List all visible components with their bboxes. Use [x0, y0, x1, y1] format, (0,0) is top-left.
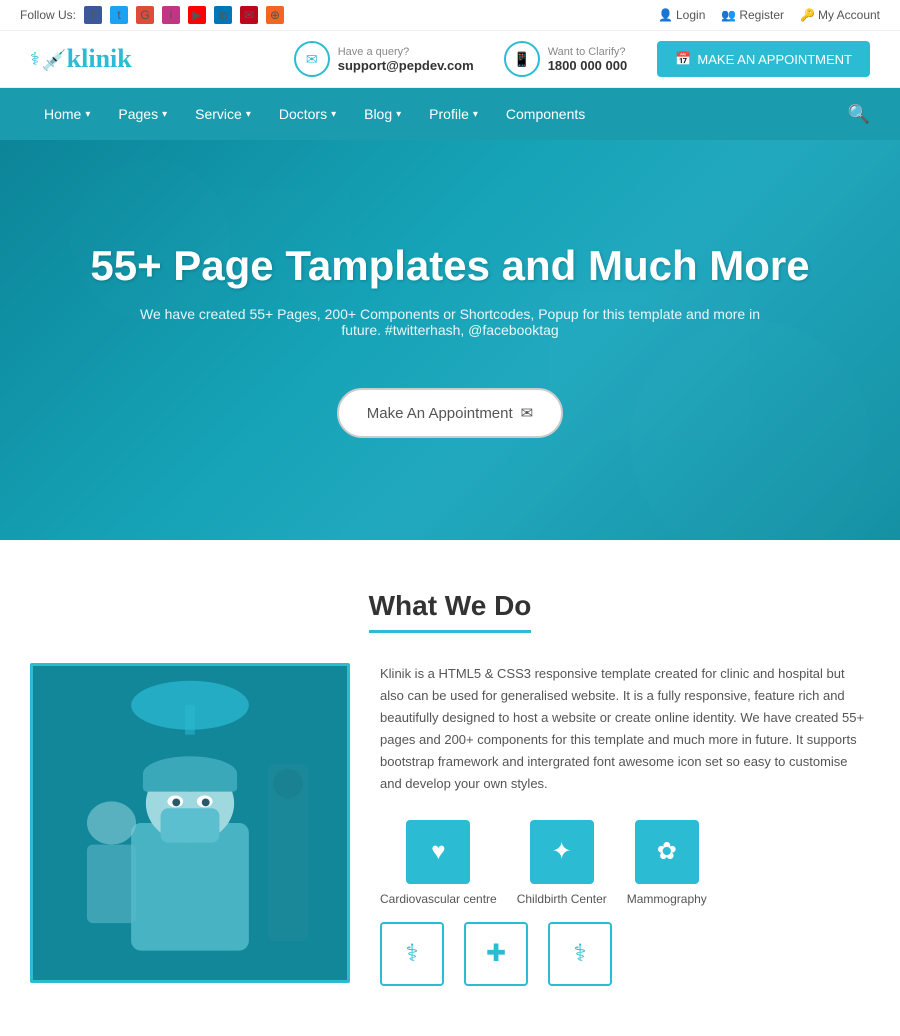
user-icon: 👤 [658, 8, 673, 22]
nav-doctors[interactable]: Doctors▾ [265, 88, 350, 140]
nav-home[interactable]: Home▾ [30, 88, 104, 140]
mammography-icon-box: ✿ [635, 820, 699, 884]
service-4: ⚕ [380, 922, 444, 986]
wwd-content: Klinik is a HTML5 & CSS3 responsive temp… [30, 663, 870, 986]
site-header: ⚕ 💉klinik ✉ Have a query? support@pepdev… [0, 31, 900, 88]
social-links: Follow Us: f t G i ▶ in ✉ ⊕ [20, 6, 284, 24]
nav-profile[interactable]: Profile▾ [415, 88, 492, 140]
service4-icon-box: ⚕ [380, 922, 444, 986]
account-icon: 🔑 [800, 8, 815, 22]
service-cardiovascular: ♥ Cardiovascular centre [380, 820, 497, 906]
service5-icon: ✚ [486, 939, 506, 968]
cardiovascular-icon-box: ♥ [406, 820, 470, 884]
logo-text: 💉klinik [42, 44, 132, 74]
chevron-down-icon: ▾ [246, 109, 251, 120]
follow-label: Follow Us: [20, 8, 76, 22]
header-contact: ✉ Have a query? support@pepdev.com 📱 Wan… [294, 41, 870, 77]
hero-title: 55+ Page Tamplates and Much More [90, 242, 809, 290]
register-link[interactable]: 👥 Register [721, 8, 784, 22]
chevron-down-icon: ▾ [162, 109, 167, 120]
phone-icon: 📱 [504, 41, 540, 77]
section-title-wrap: What We Do [30, 590, 870, 633]
service6-icon-box: ⚕ [548, 922, 612, 986]
nav-links: Home▾ Pages▾ Service▾ Doctors▾ Blog▾ Pro… [30, 88, 599, 140]
wwd-text-content: Klinik is a HTML5 & CSS3 responsive temp… [380, 663, 870, 986]
flower-icon: ✿ [657, 837, 677, 866]
account-link[interactable]: 🔑 My Account [800, 8, 880, 22]
section-title: What We Do [369, 590, 532, 633]
contact-email-text: Have a query? support@pepdev.com [338, 46, 474, 73]
main-nav: Home▾ Pages▾ Service▾ Doctors▾ Blog▾ Pro… [0, 88, 900, 140]
contact-email: ✉ Have a query? support@pepdev.com [294, 41, 474, 77]
nav-service[interactable]: Service▾ [181, 88, 265, 140]
wwd-image-container [30, 663, 350, 986]
stethoscope-icon: ♥ [431, 838, 445, 866]
social-rss[interactable]: ⊕ [266, 6, 284, 24]
chevron-down-icon: ▾ [396, 109, 401, 120]
email-icon: ✉ [294, 41, 330, 77]
service6-icon: ⚕ [574, 939, 587, 968]
cardiovascular-label: Cardiovascular centre [380, 892, 497, 906]
wwd-description: Klinik is a HTML5 & CSS3 responsive temp… [380, 663, 870, 796]
contact-phone-text: Want to Clarify? 1800 000 000 [548, 46, 628, 73]
chevron-down-icon: ▾ [331, 109, 336, 120]
top-bar: Follow Us: f t G i ▶ in ✉ ⊕ 👤 Login 👥 Re… [0, 0, 900, 31]
search-button[interactable]: 🔍 [848, 104, 870, 125]
envelope-icon: ✉ [521, 404, 534, 422]
register-icon: 👥 [721, 8, 736, 22]
childbirth-label: Childbirth Center [517, 892, 607, 906]
logo[interactable]: ⚕ 💉klinik [30, 44, 132, 74]
contact-phone: 📱 Want to Clarify? 1800 000 000 [504, 41, 628, 77]
chevron-down-icon: ▾ [473, 109, 478, 120]
social-facebook[interactable]: f [84, 6, 102, 24]
nav-pages[interactable]: Pages▾ [104, 88, 181, 140]
calendar-icon: 📅 [675, 51, 691, 67]
hero-content: 55+ Page Tamplates and Much More We have… [90, 242, 809, 438]
services-row1: ♥ Cardiovascular centre ✦ Childbirth Cen… [380, 820, 870, 906]
service-6: ⚕ [548, 922, 612, 986]
social-linkedin[interactable]: in [214, 6, 232, 24]
chevron-down-icon: ▾ [85, 109, 90, 120]
social-youtube[interactable]: ▶ [188, 6, 206, 24]
header-appointment-button[interactable]: 📅 MAKE AN APPOINTMENT [657, 41, 870, 77]
childbirth-icon-box: ✦ [530, 820, 594, 884]
services-row2: ⚕ ✚ ⚕ [380, 922, 870, 986]
social-google[interactable]: G [136, 6, 154, 24]
service-childbirth: ✦ Childbirth Center [517, 820, 607, 906]
what-we-do-section: What We Do [0, 540, 900, 1036]
social-twitter[interactable]: t [110, 6, 128, 24]
nav-blog[interactable]: Blog▾ [350, 88, 415, 140]
logo-icon: ⚕ [30, 49, 40, 70]
hero-section: 55+ Page Tamplates and Much More We have… [0, 140, 900, 540]
service4-icon: ⚕ [406, 939, 419, 968]
mammography-label: Mammography [627, 892, 707, 906]
service5-icon-box: ✚ [464, 922, 528, 986]
login-link[interactable]: 👤 Login [658, 8, 705, 22]
service-mammography: ✿ Mammography [627, 820, 707, 906]
person-icon: ✦ [552, 837, 572, 866]
wwd-image [30, 663, 350, 983]
social-pinterest[interactable]: ✉ [240, 6, 258, 24]
social-instagram[interactable]: i [162, 6, 180, 24]
hero-subtitle: We have created 55+ Pages, 200+ Componen… [130, 306, 770, 338]
nav-components[interactable]: Components [492, 88, 599, 140]
hero-appointment-button[interactable]: Make An Appointment ✉ [337, 388, 564, 438]
service-5: ✚ [464, 922, 528, 986]
hero-btn-label: Make An Appointment [367, 405, 513, 422]
auth-links: 👤 Login 👥 Register 🔑 My Account [658, 8, 880, 22]
